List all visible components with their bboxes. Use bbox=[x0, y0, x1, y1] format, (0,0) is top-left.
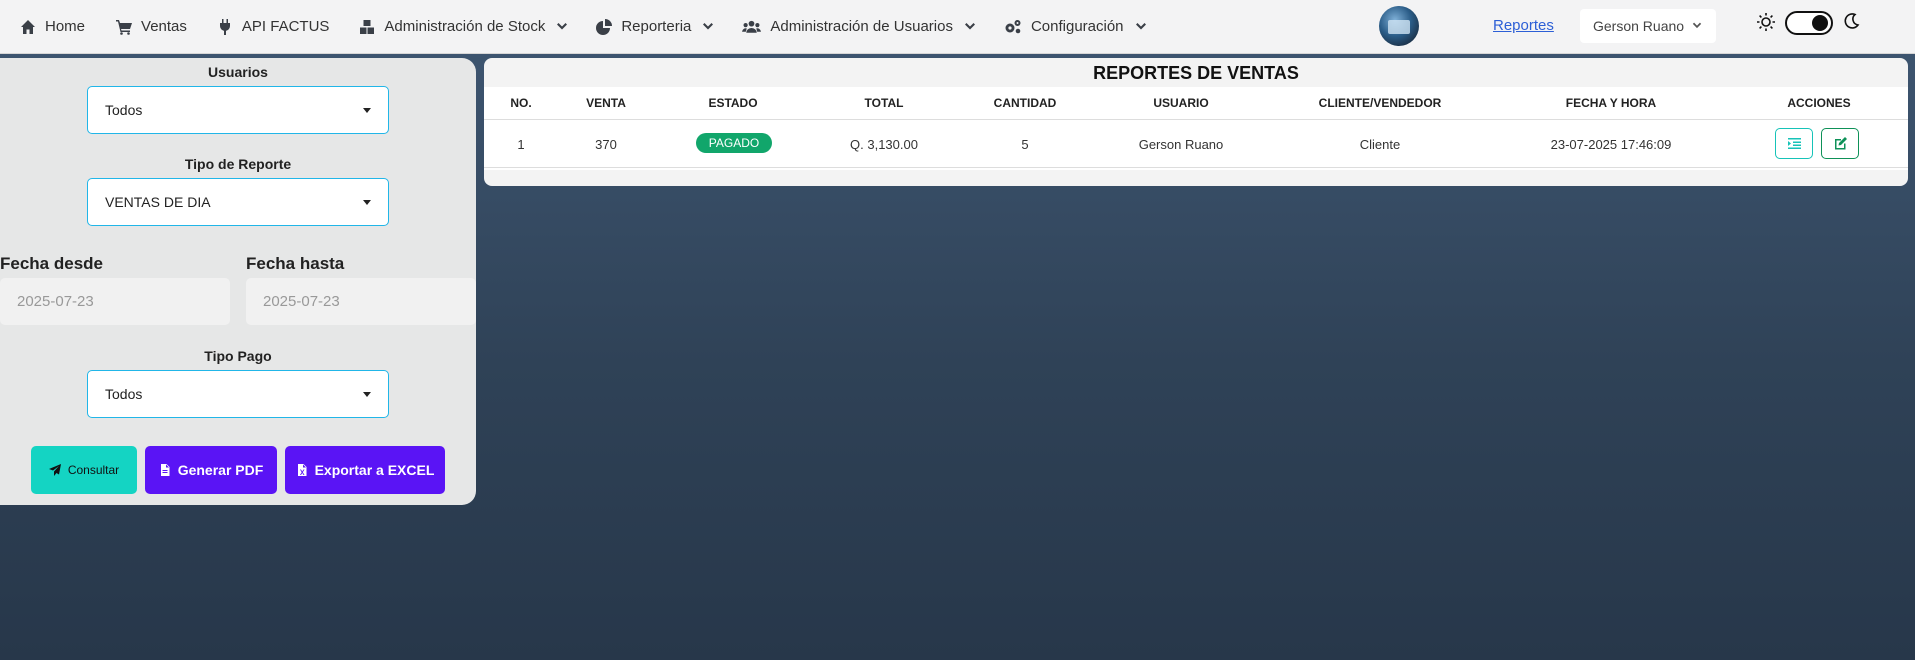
theme-toggle[interactable] bbox=[1785, 11, 1833, 35]
fecha-hasta-label: Fecha hasta bbox=[246, 254, 345, 273]
tipo-reporte-select-value: VENTAS DE DIA bbox=[105, 194, 211, 210]
reportes-link[interactable]: Reportes bbox=[1493, 17, 1554, 34]
nav-admin-usuarios-label: Administración de Usuarios bbox=[770, 18, 953, 35]
cell-cliente-vendedor: Cliente bbox=[1359, 137, 1401, 152]
column-header-total: TOTAL bbox=[864, 96, 904, 110]
pie-chart-icon bbox=[596, 18, 613, 35]
home-icon bbox=[21, 19, 35, 34]
column-header-cantidad: CANTIDAD bbox=[993, 96, 1057, 110]
gears-icon bbox=[1005, 19, 1021, 33]
column-header-fecha-hora: FECHA Y HORA bbox=[1565, 96, 1657, 110]
fecha-hasta-input[interactable]: 2025-07-23 bbox=[246, 278, 476, 325]
cell-venta: 370 bbox=[595, 137, 617, 152]
cell-usuario: Gerson Ruano bbox=[1138, 137, 1224, 152]
column-header-no: NO. bbox=[510, 96, 532, 110]
generar-pdf-button[interactable]: Generar PDF bbox=[145, 446, 277, 494]
sales-report-card: REPORTES DE VENTAS NO. VENTA ESTADO TOTA… bbox=[484, 58, 1908, 186]
chevron-down-icon bbox=[964, 22, 975, 29]
nav-ventas[interactable]: Ventas bbox=[116, 0, 187, 54]
cell-no: 1 bbox=[517, 137, 525, 152]
usuarios-select[interactable]: Todos bbox=[87, 86, 389, 134]
nav-reporteria[interactable]: Reporteria bbox=[596, 0, 714, 54]
cell-total: Q. 3,130.00 bbox=[850, 137, 918, 152]
column-header-estado: ESTADO bbox=[708, 96, 758, 110]
filter-panel: Usuarios Todos Tipo de Reporte VENTAS DE… bbox=[0, 58, 476, 505]
column-header-usuario: USUARIO bbox=[1153, 96, 1209, 110]
exportar-excel-label: Exportar a EXCEL bbox=[314, 462, 435, 478]
header-divider bbox=[484, 119, 1908, 120]
edit-button[interactable] bbox=[1821, 128, 1859, 159]
status-badge: PAGADO bbox=[696, 133, 772, 153]
caret-down-icon bbox=[363, 200, 371, 205]
nav-reporteria-label: Reporteria bbox=[621, 18, 692, 35]
moon-icon bbox=[1844, 13, 1860, 29]
caret-down-icon bbox=[363, 392, 371, 397]
consultar-button[interactable]: Consultar bbox=[31, 446, 137, 494]
caret-down-icon bbox=[363, 108, 371, 113]
usuarios-label: Usuarios bbox=[208, 64, 268, 80]
users-icon bbox=[742, 20, 762, 33]
file-excel-icon bbox=[297, 464, 307, 476]
fecha-desde-label: Fecha desde bbox=[0, 254, 103, 273]
chevron-down-icon bbox=[1692, 22, 1702, 29]
cell-fecha-hora: 23-07-2025 17:46:09 bbox=[1550, 137, 1672, 152]
nav-admin-stock-label: Administración de Stock bbox=[384, 18, 546, 35]
column-header-acciones: ACCIONES bbox=[1787, 96, 1851, 110]
usuarios-select-value: Todos bbox=[105, 102, 143, 118]
tipo-pago-label: Tipo Pago bbox=[204, 348, 272, 364]
nav-home-label: Home bbox=[45, 18, 86, 35]
tipo-pago-select-value: Todos bbox=[105, 386, 143, 402]
nav-configuracion[interactable]: Configuración bbox=[1004, 0, 1147, 54]
tipo-pago-select[interactable]: Todos bbox=[87, 370, 389, 418]
nav-admin-usuarios[interactable]: Administración de Usuarios bbox=[742, 0, 976, 54]
edit-icon bbox=[1834, 137, 1847, 150]
send-icon bbox=[48, 464, 61, 476]
avatar[interactable] bbox=[1379, 6, 1419, 46]
boxes-icon bbox=[360, 19, 375, 34]
consultar-label: Consultar bbox=[67, 463, 120, 477]
nav-home[interactable]: Home bbox=[20, 0, 85, 54]
cart-icon bbox=[116, 19, 133, 35]
chevron-down-icon bbox=[557, 22, 568, 29]
nav-api-factus[interactable]: API FACTUS bbox=[217, 0, 330, 54]
generar-pdf-label: Generar PDF bbox=[177, 462, 264, 478]
fecha-desde-input[interactable]: 2025-07-23 bbox=[0, 278, 230, 325]
tipo-reporte-select[interactable]: VENTAS DE DIA bbox=[87, 178, 389, 226]
nav-admin-stock[interactable]: Administración de Stock bbox=[359, 0, 568, 54]
file-pdf-icon bbox=[160, 464, 170, 476]
nav-ventas-label: Ventas bbox=[141, 18, 187, 35]
user-menu-button[interactable]: Gerson Ruano bbox=[1580, 9, 1716, 43]
list-indent-icon bbox=[1787, 138, 1801, 149]
top-navbar: Home Ventas API FACTUS Administración de… bbox=[0, 0, 1915, 54]
nav-api-factus-label: API FACTUS bbox=[241, 18, 330, 35]
exportar-excel-button[interactable]: Exportar a EXCEL bbox=[285, 446, 445, 494]
nav-configuracion-label: Configuración bbox=[1030, 18, 1124, 35]
row-divider bbox=[484, 167, 1908, 168]
column-header-venta: VENTA bbox=[586, 96, 626, 110]
report-title: REPORTES DE VENTAS bbox=[1093, 63, 1299, 83]
tipo-reporte-label: Tipo de Reporte bbox=[184, 156, 292, 172]
chevron-down-icon bbox=[703, 22, 714, 29]
column-header-cliente-vendedor: CLIENTE/VENDEDOR bbox=[1318, 96, 1442, 110]
sun-icon bbox=[1757, 13, 1775, 31]
view-details-button[interactable] bbox=[1775, 128, 1813, 159]
cell-cantidad: 5 bbox=[1021, 137, 1029, 152]
chevron-down-icon bbox=[1135, 22, 1146, 29]
plug-icon bbox=[219, 18, 230, 35]
user-name: Gerson Ruano bbox=[1593, 18, 1685, 34]
